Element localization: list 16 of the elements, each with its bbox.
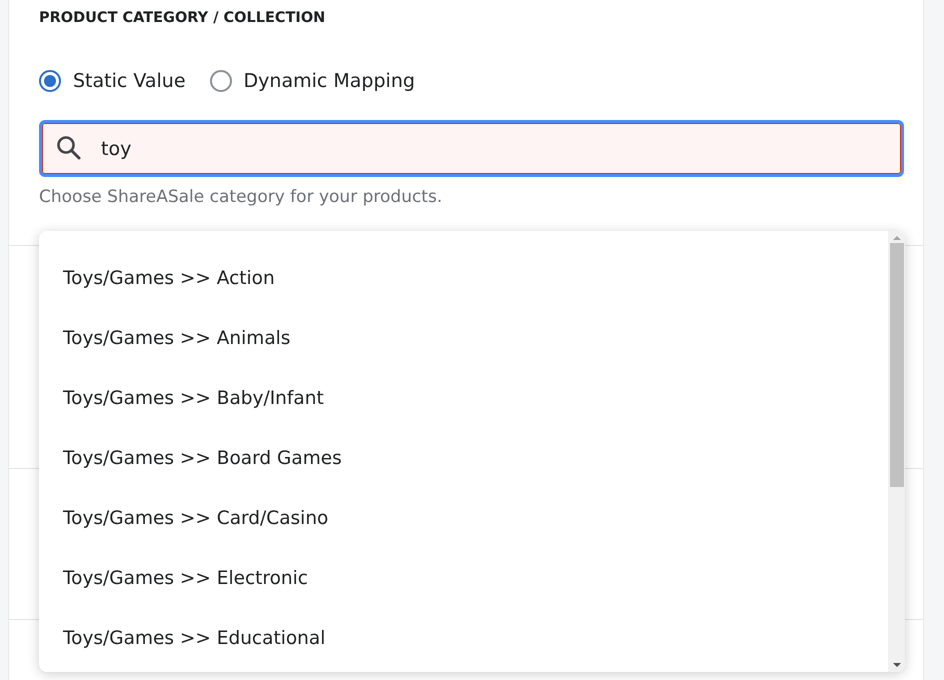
- section-title: PRODUCT CATEGORY / COLLECTION: [39, 10, 326, 26]
- search-icon: [56, 135, 82, 161]
- dropdown-option[interactable]: Toys/Games >> Educational: [39, 608, 888, 668]
- radio-icon[interactable]: [39, 70, 61, 92]
- dropdown-option[interactable]: Toys/Games >> Action: [39, 248, 888, 308]
- search-field[interactable]: toy: [39, 120, 904, 177]
- dropdown-option[interactable]: Toys/Games >> Electronic: [39, 548, 888, 608]
- dropdown-option[interactable]: Toys/Games >> Card/Casino: [39, 488, 888, 548]
- radio-option[interactable]: Static Value: [39, 70, 186, 92]
- scrollbar[interactable]: [888, 231, 905, 672]
- dropdown-option[interactable]: Toys/Games >> Baby/Infant: [39, 368, 888, 428]
- dropdown-option[interactable]: Toys/Games >> Animals: [39, 308, 888, 368]
- radio-icon[interactable]: [210, 70, 232, 92]
- radio-option[interactable]: Dynamic Mapping: [210, 70, 415, 92]
- help-text: Choose ShareASale category for your products.: [39, 187, 444, 207]
- dropdown-option[interactable]: Toys/Games >> Board Games: [39, 428, 888, 488]
